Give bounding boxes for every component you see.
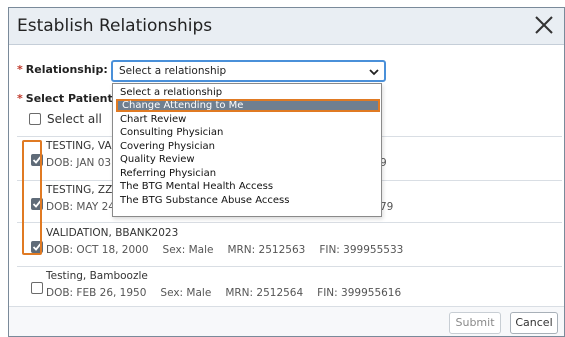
option-btg-substance-abuse-access[interactable]: The BTG Substance Abuse Access xyxy=(116,194,380,207)
select-all-box[interactable] xyxy=(29,113,41,125)
checkbox-unchecked[interactable] xyxy=(31,282,43,294)
select-all-checkbox[interactable]: Select all xyxy=(29,112,102,126)
relationship-label: * Relationship: xyxy=(17,63,108,76)
patient-name: TESTING, ZZ xyxy=(46,184,113,196)
option-quality-review[interactable]: Quality Review xyxy=(116,153,380,166)
close-icon xyxy=(535,16,553,34)
patient-dob: DOB: MAY 24 xyxy=(46,201,115,213)
patient-sex: Sex: Male xyxy=(162,244,214,256)
option-btg-mental-health-access[interactable]: The BTG Mental Health Access xyxy=(116,180,380,193)
option-referring-physician[interactable]: Referring Physician xyxy=(116,167,380,180)
option-select-a-relationship[interactable]: Select a relationship xyxy=(116,86,380,99)
patient-details: DOB: OCT 18, 2000 Sex: Male MRN: 2512563 FI… xyxy=(46,244,417,256)
patient-fin-partial: 79 xyxy=(380,201,394,213)
patient-name: TESTING, VA xyxy=(46,140,112,152)
option-consulting-physician[interactable]: Consulting Physician xyxy=(116,126,380,139)
patient-sex: Sex: Male xyxy=(160,287,212,299)
option-covering-physician[interactable]: Covering Physician xyxy=(116,140,380,153)
patient-name: VALIDATION, BBANK2023 xyxy=(46,227,179,239)
checked-patients-highlight xyxy=(22,140,42,255)
patient-details: DOB: FEB 26, 1950 Sex: Male MRN: 2512564 FI… xyxy=(46,287,415,299)
patient-mrn: MRN: 2512563 xyxy=(227,244,306,256)
select-patients-label: * Select Patients xyxy=(17,92,119,105)
patient-dob: DOB: OCT 18, 2000 xyxy=(46,244,149,256)
patient-fin: FIN: 399955616 xyxy=(317,287,402,299)
dialog-title: Establish Relationships xyxy=(17,16,213,36)
submit-button[interactable]: Submit xyxy=(449,312,501,334)
dialog-footer: Submit Cancel xyxy=(9,306,564,336)
relationship-label-text: Relationship: xyxy=(25,63,108,76)
relationship-select[interactable]: Select a relationship xyxy=(111,60,386,82)
option-change-attending-to-me[interactable]: Change Attending to Me xyxy=(116,99,380,112)
establish-relationships-dialog: Establish Relationships * Relationship: S… xyxy=(8,7,565,337)
option-chart-review[interactable]: Chart Review xyxy=(116,113,380,126)
required-mark: * xyxy=(17,92,23,105)
relationship-select-value: Select a relationship xyxy=(119,65,227,77)
patient-dob: DOB: JAN 03 xyxy=(46,157,112,169)
close-button[interactable] xyxy=(530,11,558,39)
cancel-button[interactable]: Cancel xyxy=(510,312,558,334)
dialog-titlebar: Establish Relationships xyxy=(9,8,564,45)
required-mark: * xyxy=(17,63,23,76)
select-patients-label-text: Select Patients xyxy=(25,92,120,105)
patient-row[interactable]: Testing, Bamboozle DOB: FEB 26, 1950 Sex:… xyxy=(17,266,562,306)
relationship-dropdown-list: Select a relationship Change Attending t… xyxy=(112,83,382,217)
patient-dob: DOB: FEB 26, 1950 xyxy=(46,287,147,299)
select-all-label: Select all xyxy=(47,112,102,126)
patient-checkbox[interactable] xyxy=(31,279,43,298)
chevron-down-icon xyxy=(369,69,379,76)
patient-name: Testing, Bamboozle xyxy=(46,270,148,282)
patient-row[interactable]: VALIDATION, BBANK2023 DOB: OCT 18, 2000 S… xyxy=(17,222,562,266)
patient-mrn: MRN: 2512564 xyxy=(225,287,304,299)
patient-fin: FIN: 399955533 xyxy=(319,244,404,256)
